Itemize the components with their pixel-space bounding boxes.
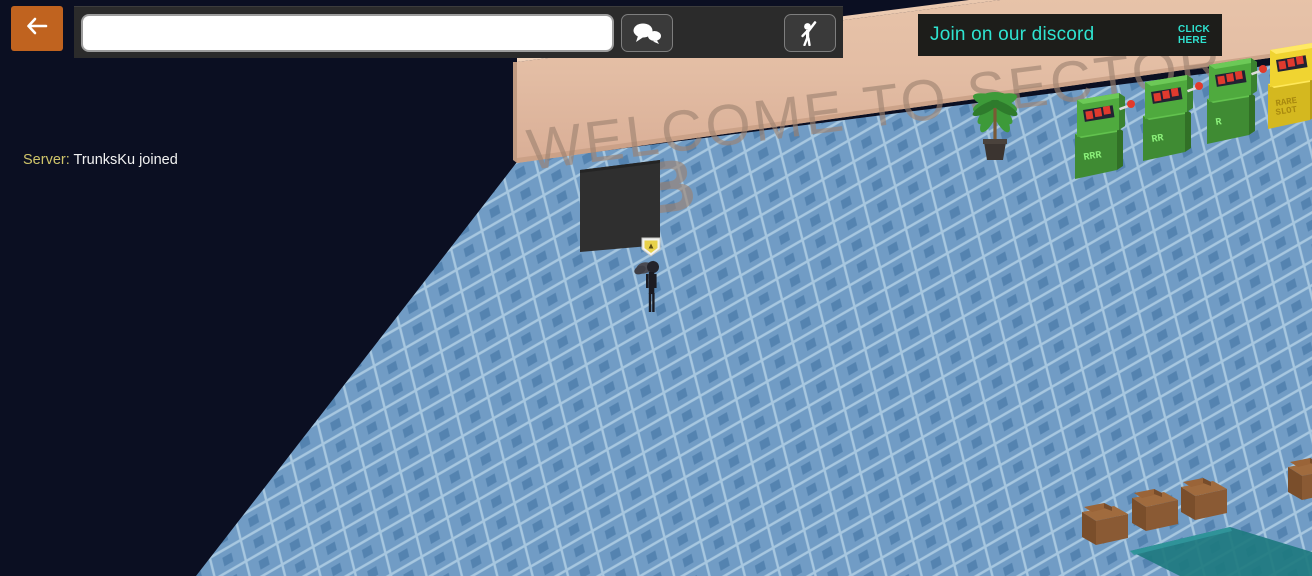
arrow-left-icon: [25, 16, 49, 41]
discord-banner[interactable]: Join on our discord CLICK HERE: [918, 14, 1222, 56]
person-raised-arm-icon: [798, 20, 822, 46]
game-screen: WELCOME TO SECTOR B RRR RR R RARE SLOT J…: [0, 0, 1312, 576]
discord-click-here-label: CLICK HERE: [1178, 24, 1210, 46]
discord-banner-title: Join on our discord: [930, 24, 1095, 45]
emote-button[interactable]: [784, 13, 836, 52]
server-log-prefix: Server:: [23, 152, 70, 168]
isometric-world[interactable]: WELCOME TO SECTOR B RRR RR R RARE SLOT: [0, 0, 1312, 576]
server-log: Server: TrunksKu joined: [23, 152, 178, 168]
chat-toolbar: [74, 6, 843, 58]
server-log-message: TrunksKu joined: [73, 152, 178, 168]
cta-line-2: HERE: [1177, 35, 1207, 46]
slot-label-2: RR: [1151, 133, 1165, 146]
chat-button[interactable]: [621, 13, 673, 52]
chat-input[interactable]: [81, 13, 614, 52]
back-button[interactable]: [11, 6, 63, 51]
slot-machine-rare: RARE SLOT: [1268, 43, 1312, 129]
cta-line-1: CLICK: [1177, 24, 1210, 35]
speech-bubbles-icon: [632, 22, 662, 44]
